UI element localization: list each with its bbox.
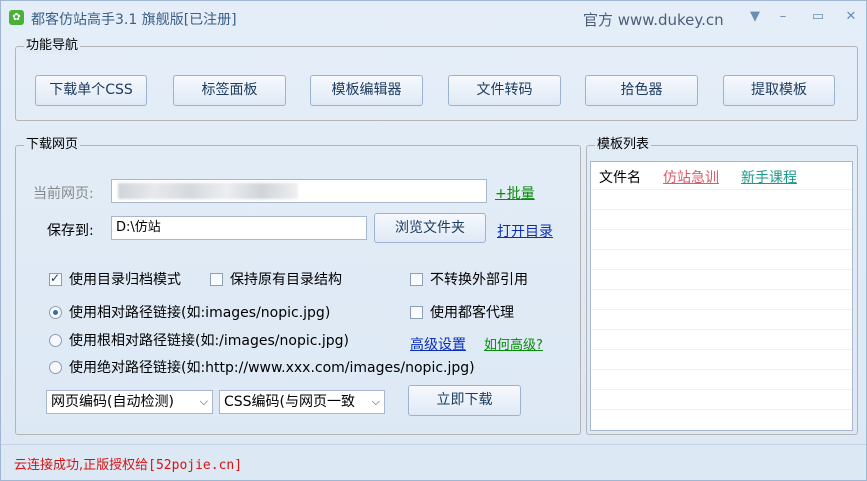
menu-dropdown-icon[interactable]: ▼: [746, 7, 764, 27]
open-directory-link[interactable]: 打开目录: [497, 221, 553, 241]
nav-group-title: 功能导航: [24, 38, 81, 54]
list-divider: [591, 329, 852, 330]
list-divider: [591, 409, 852, 410]
advanced-settings-link[interactable]: 高级设置: [410, 334, 466, 354]
template-group-title: 模板列表: [595, 137, 652, 153]
list-divider: [591, 309, 852, 310]
current-page-label: 当前网页:: [33, 186, 94, 202]
batch-link[interactable]: +批量: [495, 183, 535, 203]
list-divider: [591, 189, 852, 190]
color-picker-button[interactable]: 拾色器: [585, 75, 698, 106]
list-divider: [591, 229, 852, 230]
chevron-down-icon: ⌵: [199, 395, 208, 408]
filename-column-header: 文件名: [599, 170, 641, 186]
list-divider: [591, 389, 852, 390]
download-group-title: 下载网页: [24, 137, 81, 153]
page-encoding-select[interactable]: 网页编码(自动检测) ⌵: [46, 390, 213, 414]
window-title: 都客仿站高手3.1 旗舰版[已注册]: [31, 12, 237, 28]
save-path-input[interactable]: D:\仿站: [111, 216, 367, 240]
title-bar: ✿ 都客仿站高手3.1 旗舰版[已注册] 官方 www.dukey.cn ▼ –…: [1, 1, 866, 34]
close-icon[interactable]: ✕: [842, 7, 860, 27]
relative-path-label: 使用相对路径链接(如:images/nopic.jpg): [69, 305, 331, 321]
list-divider: [591, 369, 852, 370]
extract-template-button[interactable]: 提取模板: [723, 75, 835, 106]
browse-folder-button[interactable]: 浏览文件夹: [374, 213, 486, 243]
redacted-url: [118, 183, 298, 199]
list-divider: [591, 289, 852, 290]
crash-course-link[interactable]: 仿站急训: [663, 167, 719, 187]
template-editor-button[interactable]: 模板编辑器: [310, 75, 423, 106]
root-relative-path-label: 使用根相对路径链接(如:/images/nopic.jpg): [69, 333, 349, 349]
status-bar: 云连接成功,正版授权给[52pojie.cn]: [1, 444, 866, 480]
list-divider: [591, 349, 852, 350]
css-encoding-select[interactable]: CSS编码(与网页一致 ⌵: [219, 390, 385, 414]
maximize-icon[interactable]: ▭: [809, 7, 827, 27]
download-now-button[interactable]: 立即下载: [408, 385, 521, 416]
archive-mode-label: 使用目录归档模式: [69, 272, 181, 288]
status-message: 云连接成功,正版授权给[52pojie.cn]: [14, 458, 243, 473]
beginner-course-link[interactable]: 新手课程: [741, 167, 797, 187]
no-convert-external-checkbox[interactable]: [410, 273, 423, 286]
list-divider: [591, 249, 852, 250]
chevron-down-icon: ⌵: [371, 395, 380, 408]
relative-path-radio[interactable]: [49, 306, 62, 319]
list-divider: [591, 209, 852, 210]
app-window: ✿ 都客仿站高手3.1 旗舰版[已注册] 官方 www.dukey.cn ▼ –…: [0, 0, 867, 481]
file-transcode-button[interactable]: 文件转码: [448, 75, 561, 106]
save-to-label: 保存到:: [47, 223, 94, 239]
no-convert-external-label: 不转换外部引用: [430, 272, 528, 288]
official-site-label[interactable]: 官方 www.dukey.cn: [583, 9, 724, 30]
use-proxy-checkbox[interactable]: [410, 306, 423, 319]
current-page-input[interactable]: [111, 179, 487, 203]
minimize-icon[interactable]: –: [774, 7, 792, 27]
archive-mode-checkbox[interactable]: [49, 271, 62, 286]
how-advanced-link[interactable]: 如何高级?: [484, 334, 543, 353]
absolute-path-radio[interactable]: [49, 361, 62, 374]
use-proxy-label: 使用都客代理: [430, 305, 514, 321]
template-list[interactable]: 文件名 仿站急训 新手课程: [590, 161, 853, 431]
app-leaf-icon: ✿: [9, 10, 24, 25]
download-css-button[interactable]: 下载单个CSS: [35, 75, 147, 106]
keep-structure-label: 保持原有目录结构: [230, 272, 342, 288]
absolute-path-label: 使用绝对路径链接(如:http://www.xxx.com/images/nop…: [69, 360, 475, 376]
root-relative-path-radio[interactable]: [49, 334, 62, 347]
keep-structure-checkbox[interactable]: [210, 273, 223, 286]
tag-panel-button[interactable]: 标签面板: [173, 75, 286, 106]
list-divider: [591, 269, 852, 270]
